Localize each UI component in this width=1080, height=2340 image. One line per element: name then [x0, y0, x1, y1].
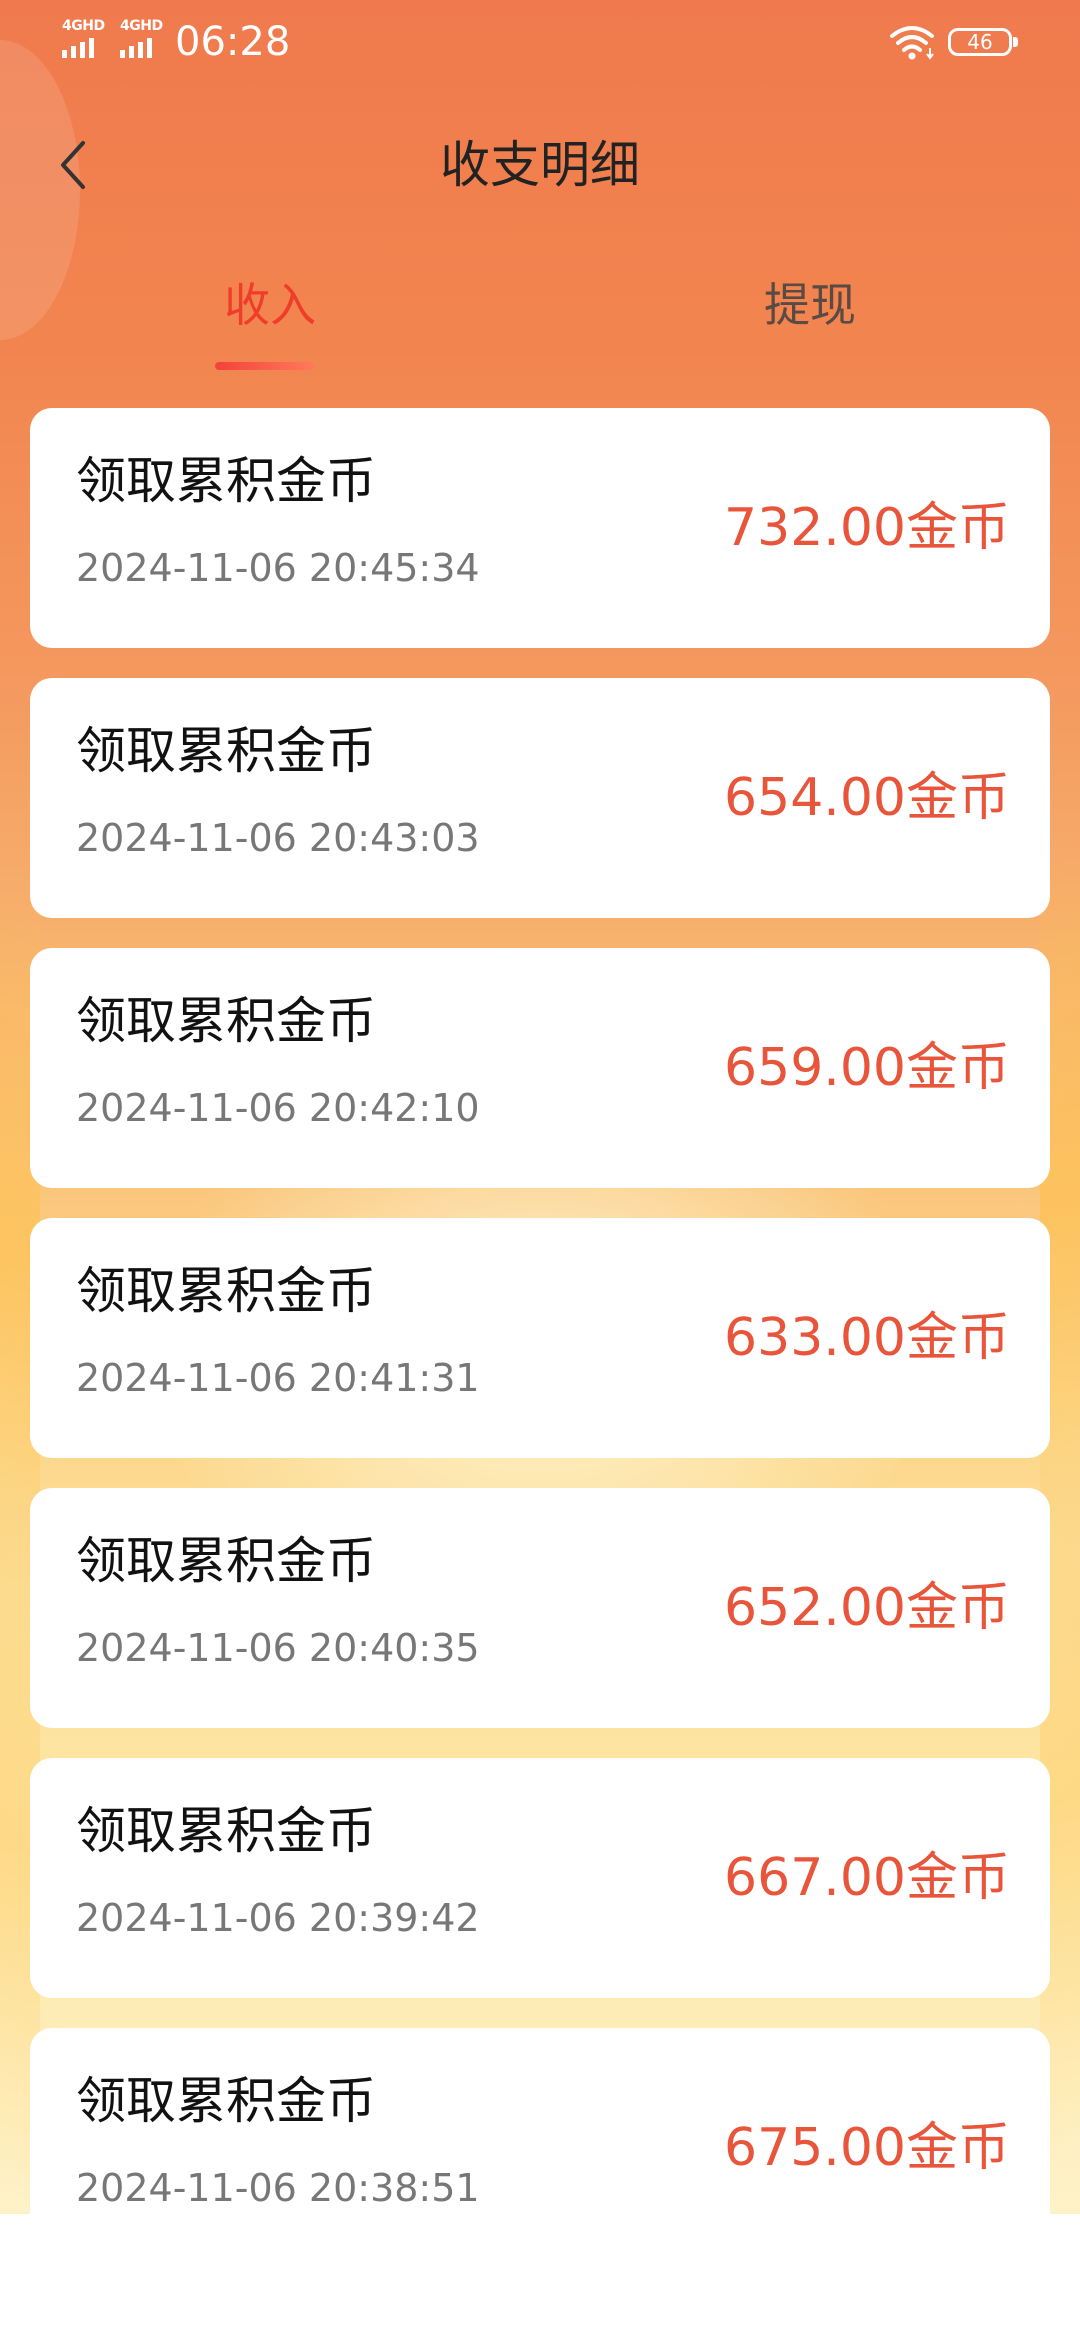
record-amount: 732.00金币 [724, 498, 1010, 558]
record-item: 领取累积金币 2024-11-06 20:41:31 633.00金币 [30, 1218, 1050, 1458]
active-tab-indicator [215, 362, 315, 370]
signal-label: 4GHD [120, 18, 163, 34]
record-item: 领取累积金币 2024-11-06 20:42:10 659.00金币 [30, 948, 1050, 1188]
record-amount: 654.00金币 [724, 768, 1010, 828]
record-title: 领取累积金币 [76, 992, 376, 1050]
record-title: 领取累积金币 [76, 1262, 376, 1320]
record-item: 领取累积金币 2024-11-06 20:39:42 667.00金币 [30, 1758, 1050, 1998]
record-title: 领取累积金币 [76, 722, 376, 780]
record-amount: 675.00金币 [724, 2118, 1010, 2178]
record-item: 领取累积金币 2024-11-06 20:45:34 732.00金币 [30, 408, 1050, 648]
record-item: 领取累积金币 2024-11-06 20:38:51 675.00金币 [30, 2028, 1050, 2214]
record-time: 2024-11-06 20:39:42 [76, 1896, 480, 1940]
record-title: 领取累积金币 [76, 2072, 376, 2130]
record-amount: 659.00金币 [724, 1038, 1010, 1098]
signal-icon: 4GHD [118, 18, 168, 60]
tab-withdraw[interactable]: 提现 [680, 260, 940, 370]
record-time: 2024-11-06 20:42:10 [76, 1086, 480, 1130]
record-amount: 652.00金币 [724, 1578, 1010, 1638]
record-title: 领取累积金币 [76, 1532, 376, 1590]
wifi-icon [890, 26, 934, 60]
record-time: 2024-11-06 20:41:31 [76, 1356, 480, 1400]
status-time: 06:28 [175, 19, 291, 65]
navigation-bar: 收支明细 [0, 110, 1080, 220]
record-time: 2024-11-06 20:40:35 [76, 1626, 480, 1670]
tab-income[interactable]: 收入 [140, 260, 400, 370]
record-item: 领取累积金币 2024-11-06 20:43:03 654.00金币 [30, 678, 1050, 918]
battery-level: 46 [967, 30, 993, 54]
record-list[interactable]: 领取累积金币 2024-11-06 20:45:34 732.00金币 领取累积… [30, 408, 1050, 2214]
tab-bar: 收入 提现 [0, 260, 1080, 380]
status-bar: 4GHD 4GHD 06:28 46 [0, 0, 1080, 84]
record-title: 领取累积金币 [76, 452, 376, 510]
record-item: 领取累积金币 2024-11-06 20:40:35 652.00金币 [30, 1488, 1050, 1728]
signal-label: 4GHD [62, 18, 105, 34]
record-time: 2024-11-06 20:38:51 [76, 2166, 480, 2210]
page-title: 收支明细 [440, 136, 640, 194]
record-amount: 633.00金币 [724, 1308, 1010, 1368]
record-time: 2024-11-06 20:43:03 [76, 816, 480, 860]
record-amount: 667.00金币 [724, 1848, 1010, 1908]
battery-icon: 46 [948, 28, 1018, 56]
signal-icon: 4GHD [60, 18, 110, 60]
record-time: 2024-11-06 20:45:34 [76, 546, 480, 590]
record-title: 领取累积金币 [76, 1802, 376, 1860]
